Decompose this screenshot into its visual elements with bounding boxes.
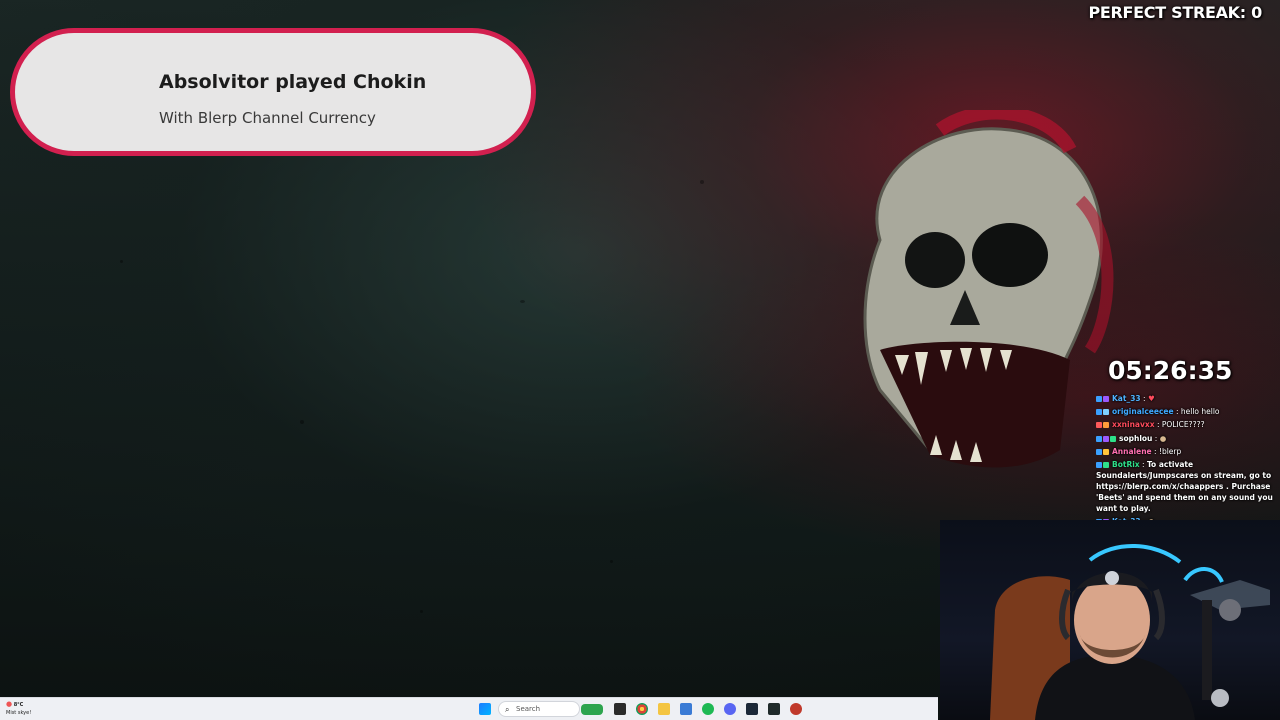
alert-title: Absolvitor played Chokin: [159, 71, 427, 93]
chat-separator: :: [1154, 420, 1162, 430]
badge-icon: [1096, 448, 1102, 455]
webcam-feed: [940, 520, 1280, 720]
badge-icon: [1103, 448, 1109, 455]
badge-icon: [1103, 461, 1109, 468]
terminal-icon[interactable]: [768, 703, 780, 715]
chat-separator: :: [1152, 433, 1160, 443]
weather-icon: ●: [6, 700, 13, 708]
chat-message: BotRix : To activate Soundalerts/Jumpsca…: [1096, 459, 1276, 514]
badge-icon: [1103, 435, 1109, 442]
chat-message: Annalene : !blerp: [1096, 446, 1276, 457]
texture-speck: [520, 300, 525, 303]
chat-badges: [1096, 406, 1110, 417]
chat-text: !blerp: [1158, 446, 1182, 456]
chat-separator: :: [1173, 407, 1181, 417]
chat-badges: [1096, 393, 1110, 404]
texture-speck: [300, 420, 304, 424]
chat-separator: :: [1139, 459, 1147, 469]
emote-icon: ♥: [1147, 394, 1155, 403]
windows-taskbar: ● 8°C Mist skye! ⌕ Search: [0, 697, 938, 720]
taskbar-search-box[interactable]: ⌕ Search: [498, 701, 603, 717]
chat-badges: [1096, 446, 1110, 457]
alert-subtitle: With Blerp Channel Currency: [159, 109, 376, 127]
chat-message: originalceecee : hello hello: [1096, 406, 1276, 417]
chat-text: hello hello: [1180, 407, 1220, 417]
app-icon-2[interactable]: [790, 703, 802, 715]
badge-icon: [1096, 396, 1102, 402]
channel-currency-alert: Absolvitor played Chokin With Blerp Chan…: [10, 28, 536, 156]
chat-badges: [1096, 433, 1117, 444]
chat-username: Annalene: [1112, 446, 1152, 456]
badge-icon: [1096, 461, 1102, 468]
badge-icon: [1103, 422, 1109, 429]
weather-temperature: 8°C: [13, 702, 24, 708]
skull-wallpaper-image: [863, 110, 1114, 468]
webcam-streamer-image: [990, 543, 1270, 720]
file-explorer-icon[interactable]: [658, 703, 670, 715]
chat-username: originalceecee: [1112, 407, 1174, 417]
chat-username: BotRix: [1112, 459, 1140, 469]
app-icon[interactable]: [680, 703, 692, 715]
badge-icon: [1103, 396, 1109, 402]
discord-icon[interactable]: [724, 703, 736, 715]
chat-text: POLICE????: [1161, 420, 1205, 430]
search-highlight-icon: [581, 704, 603, 715]
search-icon: ⌕: [505, 705, 510, 714]
badge-icon: [1096, 409, 1102, 416]
perfect-streak-counter: PERFECT STREAK: 0: [1088, 3, 1262, 22]
texture-speck: [610, 560, 613, 563]
chat-message: Kat_33 : ♥: [1096, 393, 1276, 404]
chat-username: Kat_33: [1112, 394, 1141, 403]
emote-icon: ●: [1159, 433, 1167, 443]
texture-speck: [420, 610, 423, 613]
task-view-icon[interactable]: [614, 703, 626, 715]
search-placeholder: Search: [516, 705, 541, 713]
stream-timer: 05:26:35: [1108, 356, 1233, 385]
chat-username: xxninavxx: [1112, 420, 1155, 430]
desktop: Absolvitor played Chokin With Blerp Chan…: [0, 0, 1280, 720]
chat-message: sophlou : ●: [1096, 433, 1276, 444]
spotify-icon[interactable]: [702, 703, 714, 715]
weather-description: Mist skye!: [6, 710, 32, 716]
chat-badges: [1096, 419, 1110, 430]
steam-icon[interactable]: [746, 703, 758, 715]
chat-username: sophlou: [1119, 433, 1153, 443]
chrome-icon[interactable]: [636, 703, 648, 715]
texture-speck: [700, 180, 704, 184]
chat-badges: [1096, 459, 1110, 470]
badge-icon: [1110, 435, 1116, 442]
badge-icon: [1103, 409, 1109, 416]
weather-widget[interactable]: ● 8°C Mist skye!: [6, 700, 31, 717]
start-icon[interactable]: [479, 703, 491, 715]
badge-icon: [1096, 435, 1102, 442]
badge-icon: [1096, 422, 1102, 429]
chat-overlay: Kat_33 : ♥ originalceecee : hello hello …: [1096, 393, 1276, 529]
texture-speck: [120, 260, 123, 263]
chat-message: xxninavxx : POLICE????: [1096, 419, 1276, 430]
chat-separator: :: [1140, 394, 1148, 403]
chat-separator: :: [1151, 446, 1159, 456]
